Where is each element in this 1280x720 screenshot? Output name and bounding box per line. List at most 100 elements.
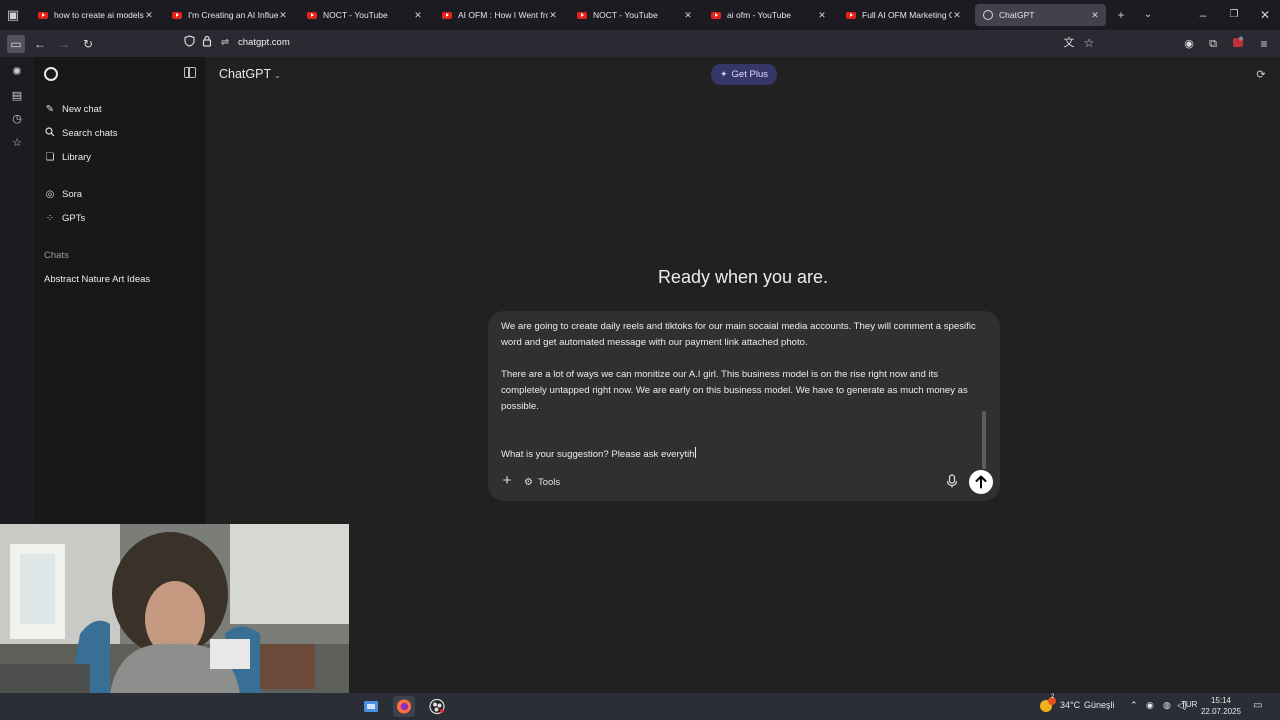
sparkle-icon: ✦ — [720, 69, 728, 79]
menu-icon[interactable]: ≡ — [1255, 35, 1273, 53]
clock[interactable]: 15:14 22.07.2025 — [1198, 695, 1244, 717]
tab-title: Full AI OFM Marketing Gui — [862, 10, 952, 20]
compose-icon: ✎ — [45, 103, 55, 115]
composer-scrollbar[interactable] — [982, 411, 986, 469]
send-button[interactable] — [969, 470, 993, 494]
close-icon[interactable]: ✕ — [1090, 10, 1100, 21]
library-icon: ❏ — [45, 151, 55, 163]
history-icon[interactable]: ◷ — [9, 111, 25, 127]
webcam-image — [0, 524, 349, 693]
prompt-input[interactable]: We are going to create daily reels and t… — [501, 319, 986, 467]
back-icon[interactable]: ← — [31, 35, 49, 53]
network-icon[interactable]: ◍ — [1163, 700, 1171, 711]
close-sidebar-icon[interactable] — [184, 67, 196, 78]
sidebar-item-search-chats[interactable]: Search chats — [44, 123, 117, 143]
microphone-icon[interactable] — [946, 473, 958, 489]
window-close-icon[interactable]: ✕ — [1257, 7, 1273, 23]
synced-tabs-icon[interactable]: ▤ — [9, 88, 25, 104]
prompt-paragraph: What is your suggestion? Please ask ever… — [501, 449, 695, 460]
clock-time: 15:14 — [1210, 696, 1232, 705]
sidebar-item-label: New chat — [62, 103, 102, 115]
tab-4[interactable]: AI OFM : How I Went from ✕ — [434, 4, 564, 26]
prompt-paragraph: We are going to create daily reels and t… — [501, 321, 976, 348]
close-icon[interactable]: ✕ — [144, 10, 154, 21]
sidebar-toggle-icon[interactable]: ▭ — [7, 35, 25, 53]
model-selector[interactable]: ChatGPT ⌄ — [219, 67, 281, 81]
tools-label: Tools — [537, 476, 561, 488]
chat-history-item[interactable]: Abstract Nature Art Ideas — [44, 274, 150, 285]
sidebar-item-gpts[interactable]: ⁘ GPTs — [44, 208, 85, 228]
tab-title: NOCT - YouTube — [323, 10, 388, 20]
bookmarks-icon[interactable]: ☆ — [9, 135, 25, 151]
close-icon[interactable]: ✕ — [683, 10, 693, 21]
minimize-icon[interactable]: – — [1195, 7, 1211, 23]
tab-2[interactable]: I'm Creating an AI Influenc ✕ — [164, 4, 294, 26]
webcam-overlay — [0, 524, 349, 693]
tools-button[interactable]: ⚙ Tools — [524, 475, 560, 489]
lock-icon[interactable] — [198, 34, 216, 52]
url-bar[interactable]: ⇌ chatgpt.com 文 ☆ — [176, 33, 1104, 54]
search-icon — [44, 126, 56, 140]
close-icon[interactable]: ✕ — [952, 10, 962, 21]
close-icon[interactable]: ✕ — [278, 10, 288, 21]
show-hidden-icons-icon[interactable]: ⌃ — [1130, 700, 1138, 711]
sora-icon: ◎ — [45, 188, 55, 200]
navigation-toolbar: ▭ ← → ↻ ⇌ chatgpt.com 文 ☆ ◉ ⧉ ≡ — [0, 30, 1280, 57]
tab-6[interactable]: ai ofm - YouTube ✕ — [703, 4, 833, 26]
weather-temp[interactable]: 34°C — [1060, 700, 1080, 710]
tab-1[interactable]: how to create ai models fo ✕ — [30, 4, 160, 26]
page-title: Ready when you are. — [657, 267, 829, 287]
tab-5[interactable]: NOCT - YouTube ✕ — [569, 4, 699, 26]
new-tab-icon[interactable]: + — [1113, 7, 1129, 23]
chat-main: ChatGPT ⌄ ✦ Get Plus ⟳ Ready when you are… — [206, 57, 1280, 693]
reload-icon[interactable]: ↻ — [79, 35, 97, 53]
close-icon[interactable]: ✕ — [548, 10, 558, 21]
openai-logo-icon[interactable] — [44, 67, 58, 81]
tab-strip: ▣ how to create ai models fo ✕ I'm Creat… — [0, 0, 1280, 30]
extensions-icon[interactable]: ⧉ — [1204, 35, 1222, 53]
prompt-composer[interactable]: We are going to create daily reels and t… — [488, 311, 1000, 501]
close-icon[interactable]: ✕ — [817, 10, 827, 21]
temporary-chat-icon[interactable]: ⟳ — [1254, 68, 1268, 82]
firefox-icon[interactable] — [393, 696, 415, 717]
prompt-paragraph: There are a lot of ways we can monitize … — [501, 369, 968, 412]
tab-title: NOCT - YouTube — [593, 10, 658, 20]
file-explorer-icon[interactable] — [360, 696, 382, 717]
forward-icon[interactable]: → — [55, 35, 73, 53]
tab-3[interactable]: NOCT - YouTube ✕ — [299, 4, 429, 26]
youtube-icon — [172, 11, 182, 19]
record-icon[interactable]: ◉ — [1146, 700, 1154, 711]
get-plus-label: Get Plus — [731, 69, 768, 80]
account-icon[interactable]: ◉ — [1180, 35, 1198, 53]
site-permissions-icon[interactable]: ⇌ — [216, 34, 234, 52]
restore-icon[interactable]: ❐ — [1226, 7, 1242, 23]
tracking-protection-icon[interactable] — [180, 34, 198, 52]
list-all-tabs-icon[interactable]: ⌄ — [1140, 7, 1156, 23]
bookmark-star-icon[interactable]: ☆ — [1080, 34, 1098, 52]
tab-list-icon[interactable]: ▣ — [5, 7, 21, 23]
sidebar-item-library[interactable]: ❏ Library — [44, 147, 92, 167]
ai-chatbot-icon[interactable]: ✺ — [9, 64, 25, 80]
input-language[interactable]: TUR — [1181, 700, 1197, 709]
notifications-icon[interactable]: ▭ — [1253, 700, 1262, 711]
tab-chatgpt[interactable]: ChatGPT ✕ — [975, 4, 1106, 26]
sidebar-item-new-chat[interactable]: ✎ New chat — [44, 99, 102, 119]
close-icon[interactable]: ✕ — [413, 10, 423, 21]
tab-title: how to create ai models fo — [54, 10, 144, 20]
extension-badge-icon[interactable] — [1229, 35, 1247, 53]
sidebar-item-label: Library — [62, 151, 92, 163]
chat-sidebar: ✎ New chat Search chats ❏ Library ◎ Sora… — [34, 57, 206, 524]
get-plus-button[interactable]: ✦ Get Plus — [711, 64, 777, 85]
weather-desc[interactable]: Güneşli — [1084, 700, 1115, 710]
translate-icon[interactable]: 文 — [1060, 34, 1078, 52]
tab-7[interactable]: Full AI OFM Marketing Gui ✕ — [838, 4, 968, 26]
obs-icon[interactable] — [426, 696, 448, 717]
add-attachment-button[interactable]: + — [500, 473, 514, 489]
gpts-icon: ⁘ — [45, 212, 55, 224]
sidebar-item-label: GPTs — [62, 212, 86, 224]
screen: ▣ how to create ai models fo ✕ I'm Creat… — [0, 0, 1280, 720]
sidebar-item-label: Sora — [62, 188, 83, 200]
model-name: ChatGPT — [219, 67, 272, 81]
sidebar-item-sora[interactable]: ◎ Sora — [44, 184, 82, 204]
tools-icon: ⚙ — [524, 476, 533, 488]
